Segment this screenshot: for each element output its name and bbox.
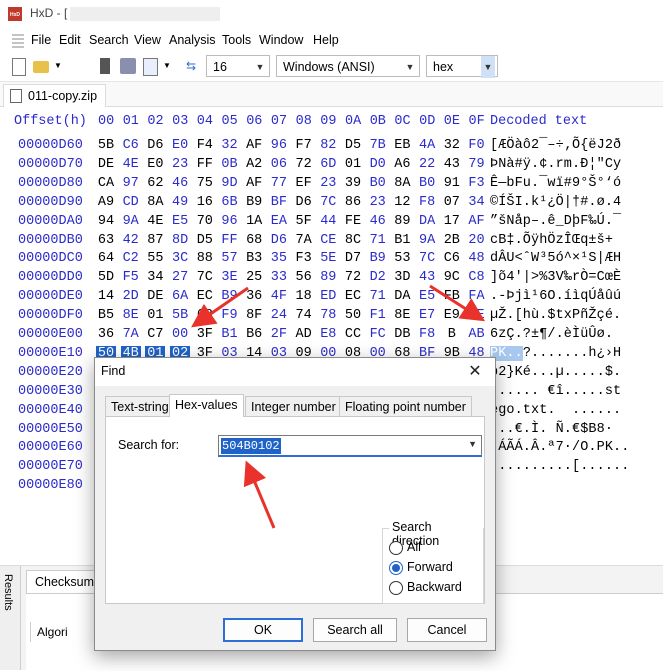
tab-hex-values[interactable]: Hex-values bbox=[169, 394, 244, 417]
annotation-arrows bbox=[191, 284, 486, 529]
arrow-to-search-value bbox=[243, 460, 276, 529]
arrow-to-hex-selection bbox=[191, 286, 249, 328]
arrow-to-decoded-selection bbox=[429, 284, 486, 322]
